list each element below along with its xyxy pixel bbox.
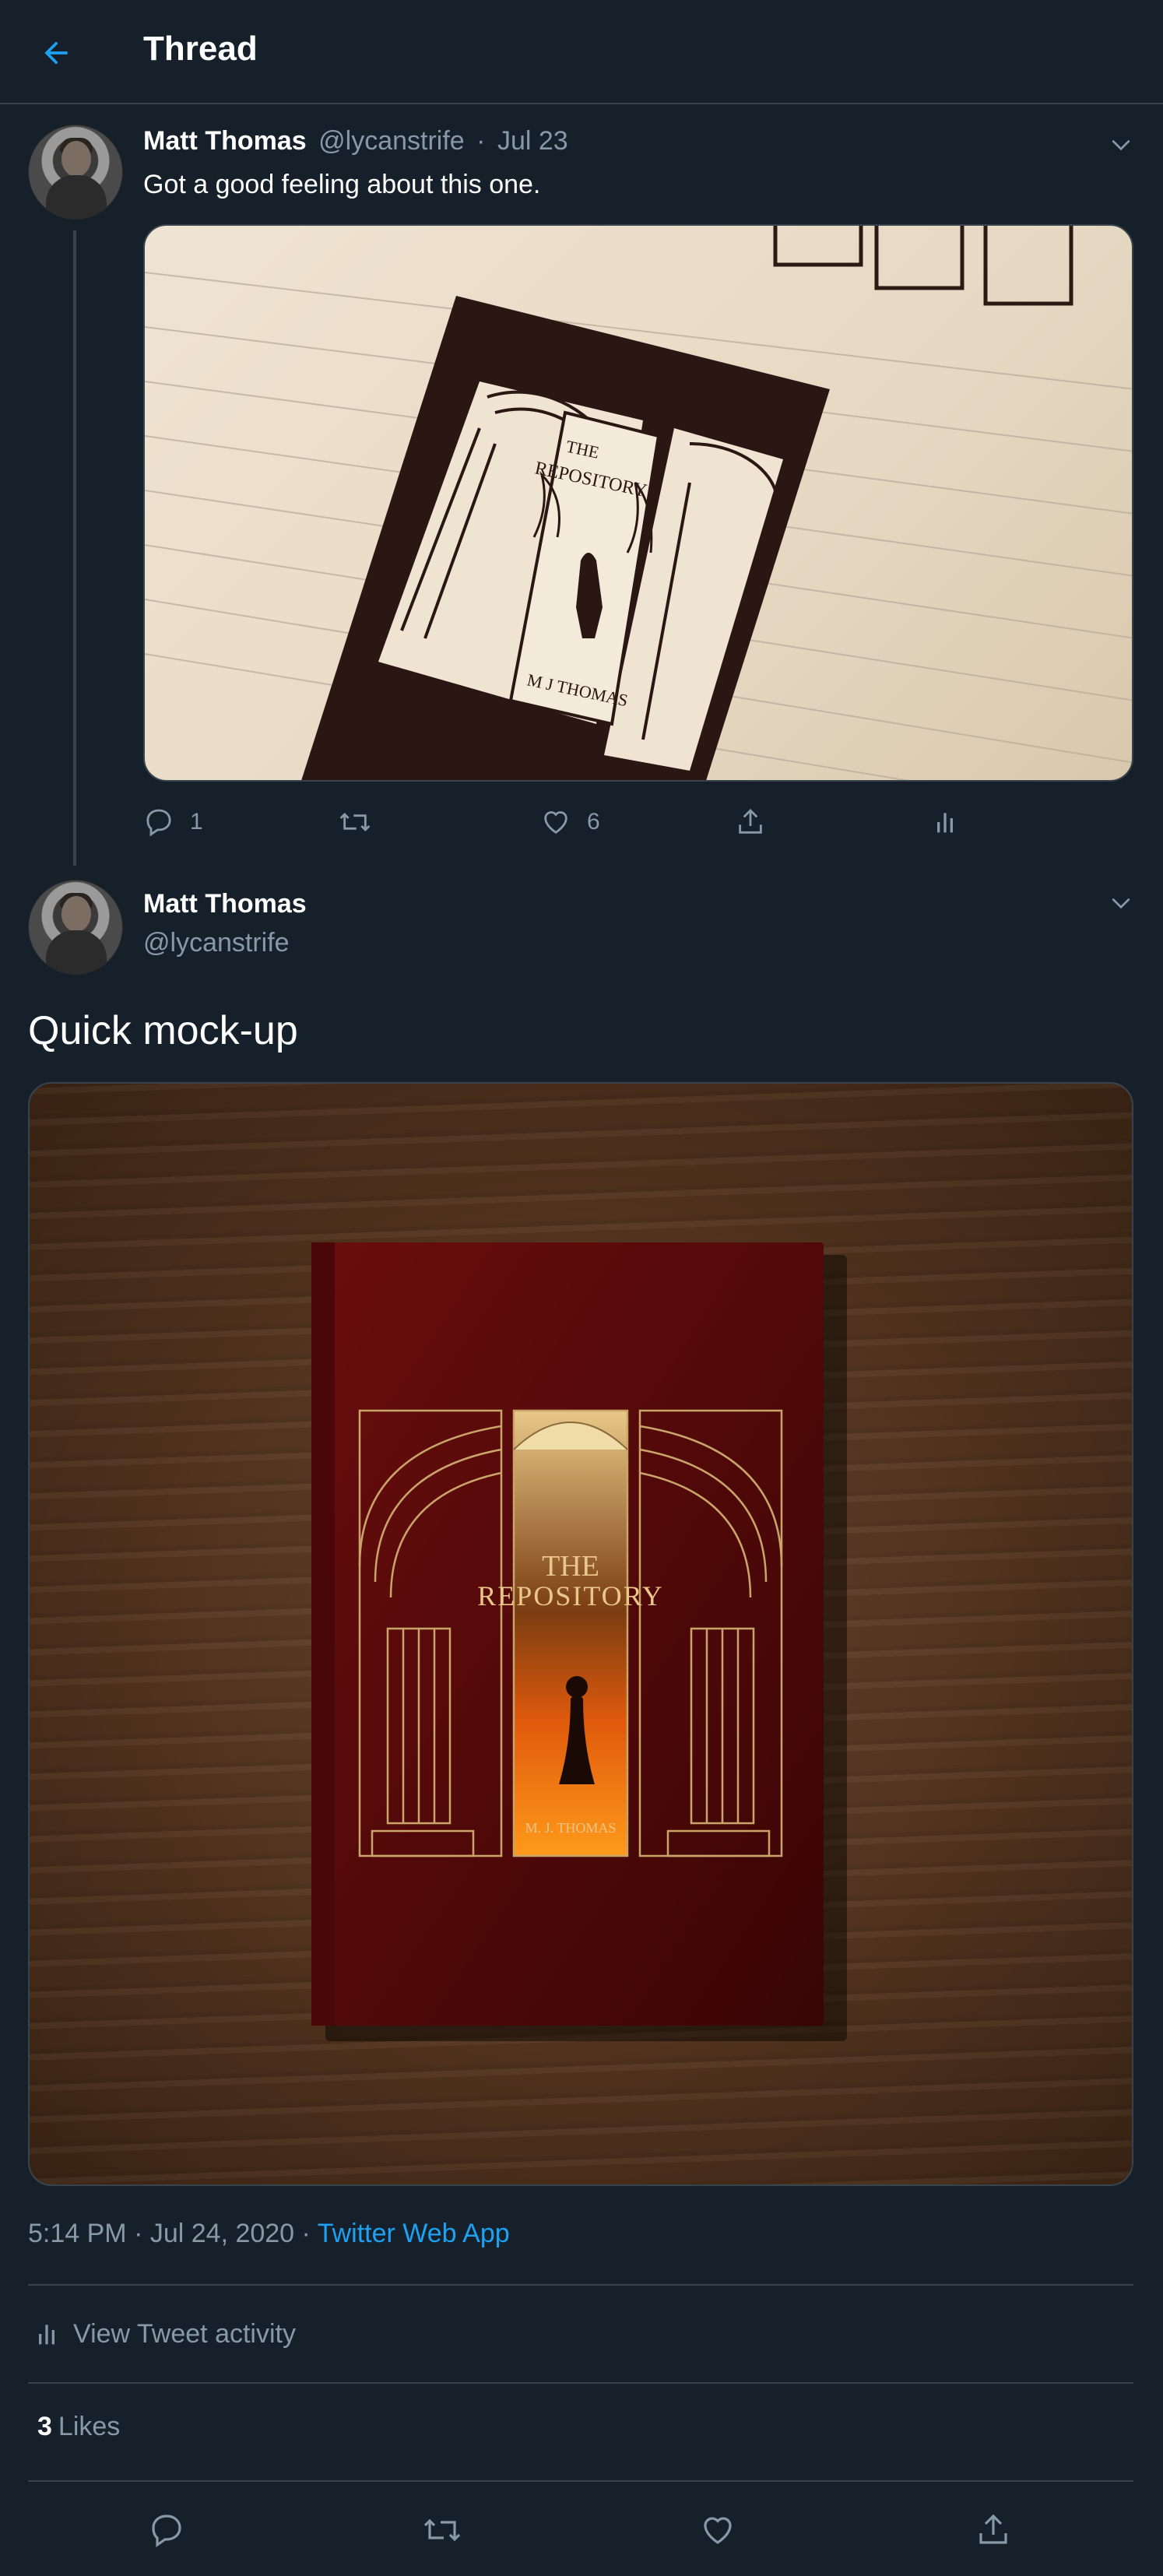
tweet2-author-handle[interactable]: @lycanstrife (143, 928, 290, 958)
share-button[interactable] (735, 799, 766, 845)
divider (28, 2480, 1133, 2482)
header-bar: Thread (0, 0, 1163, 104)
view-tweet-activity-label: View Tweet activity (73, 2318, 296, 2349)
retweet-button[interactable] (338, 799, 372, 845)
thread-connector-line (73, 230, 76, 866)
avatar[interactable] (28, 125, 123, 220)
reply-icon (146, 809, 171, 837)
retweet-icon (423, 2518, 461, 2542)
tweet2-actions (0, 2507, 1163, 2553)
tweet1-author-handle[interactable]: @lycanstrife (318, 126, 465, 156)
heart-icon (704, 2517, 732, 2544)
tweet2-image[interactable]: THE REPOSITORY M. J. THOMAS (28, 1082, 1133, 2186)
retweet-button[interactable] (419, 2507, 466, 2553)
back-button[interactable] (34, 31, 78, 75)
tweet-meta: 5:14 PM · Jul 24, 2020 · Twitter Web App (28, 2219, 510, 2249)
analytics-button[interactable] (929, 799, 961, 845)
divider (28, 2284, 1133, 2286)
chevron-down-icon (1112, 898, 1130, 909)
tweet1-more-button[interactable] (1104, 128, 1138, 162)
reply-count: 1 (190, 809, 203, 835)
sketch-drawing-image: THE REPOSITORY M J THOMAS (145, 226, 1132, 780)
tweet2-more-button[interactable] (1104, 886, 1138, 920)
view-tweet-activity-link[interactable]: View Tweet activity (28, 2314, 296, 2354)
avatar[interactable] (28, 880, 123, 975)
likes-label: Likes (58, 2412, 121, 2441)
like-button[interactable]: 6 (540, 799, 600, 845)
meta-separator: · (301, 2219, 311, 2248)
tweet1-separator: · (476, 126, 486, 156)
arrow-left-icon (44, 41, 68, 65)
share-button[interactable] (970, 2507, 1017, 2553)
share-icon (739, 808, 762, 834)
likes-count: 3 (37, 2412, 52, 2441)
tweet2-author-name[interactable]: Matt Thomas (143, 889, 307, 919)
page-title: Thread (143, 30, 258, 68)
like-count: 6 (587, 809, 600, 835)
chevron-down-icon (1112, 139, 1130, 151)
tweet1-actions: 1 6 (143, 799, 1000, 845)
book-title-line2: REPOSITORY (477, 1580, 663, 1611)
tweet1-image[interactable]: THE REPOSITORY M J THOMAS (143, 224, 1133, 782)
reply-button[interactable] (143, 2507, 190, 2553)
analytics-icon (937, 813, 953, 833)
retweet-icon (339, 812, 371, 832)
tweet1-author-name[interactable]: Matt Thomas (143, 126, 307, 156)
tweet-source-link[interactable]: Twitter Web App (318, 2219, 510, 2248)
share-icon (979, 2514, 1007, 2544)
book-title-line1: THE (542, 1550, 599, 1583)
analytics-icon (39, 2325, 54, 2345)
reply-button[interactable]: 1 (143, 799, 203, 845)
like-button[interactable] (694, 2507, 741, 2553)
tweet1-header: Matt Thomas @lycanstrife · Jul 23 (143, 126, 573, 156)
tweet2-text: Quick mock-up (28, 1008, 298, 1053)
divider (28, 2382, 1133, 2384)
tweet1-date[interactable]: Jul 23 (497, 126, 568, 156)
book-author: M. J. THOMAS (525, 1820, 617, 1836)
book-mockup-image: THE REPOSITORY M. J. THOMAS (311, 1242, 847, 2041)
tweet-timestamp[interactable]: 5:14 PM · Jul 24, 2020 (28, 2219, 294, 2248)
likes-count-link[interactable]: 3 Likes (37, 2412, 120, 2442)
tweet1-text: Got a good feeling about this one. (143, 170, 541, 199)
reply-icon (152, 2514, 181, 2548)
heart-icon (544, 811, 567, 835)
